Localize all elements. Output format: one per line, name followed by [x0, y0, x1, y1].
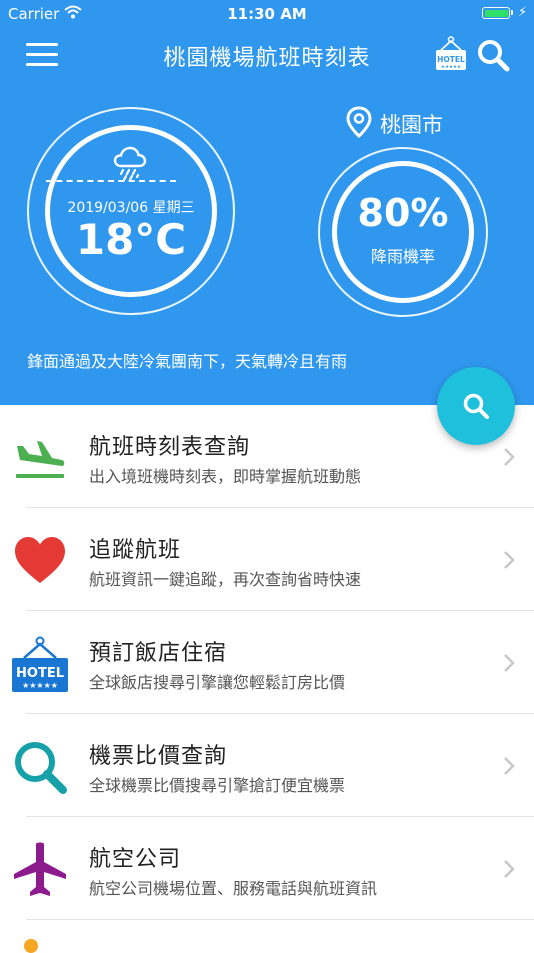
rain-probability: 80%	[357, 191, 449, 235]
rain-probability-label: 降雨機率	[370, 247, 435, 266]
temperature: 18°C	[75, 215, 187, 264]
search-icon[interactable]	[476, 38, 510, 72]
feature-list: 航班時刻表查詢 出入境班機時刻表，即時掌握航班動態 追蹤航班 航班資訊一鍵追蹤，…	[0, 405, 534, 953]
chevron-right-icon	[504, 551, 515, 569]
status-time: 11:30 AM	[227, 5, 307, 23]
list-item-title: 機票比價查詢	[89, 744, 228, 769]
list-item-description: 航班資訊一鍵追蹤，再次查詢省時快速	[89, 570, 362, 589]
heart-icon	[15, 537, 65, 583]
cloud-rain-icon	[113, 146, 147, 182]
list-item-track-flight[interactable]: 追蹤航班 航班資訊一鍵追蹤，再次查詢省時快速	[0, 508, 534, 611]
chevron-right-icon	[504, 448, 515, 466]
status-bar: Carrier 11:30 AM ⚡	[0, 0, 534, 28]
airplane-landing-icon	[16, 441, 65, 478]
floating-search-button[interactable]	[437, 367, 515, 445]
svg-text:★★★★★: ★★★★★	[441, 64, 461, 70]
list-item-description: 全球機票比價搜尋引擎搶訂便宜機票	[89, 776, 346, 795]
list-item-title: 預訂飯店住宿	[89, 641, 228, 666]
chevron-right-icon	[504, 757, 515, 775]
forecast-text: 鋒面通過及大陸冷氣團南下，天氣轉冷且有雨	[27, 352, 348, 371]
chevron-right-icon	[504, 654, 515, 672]
fab-search-icon	[463, 393, 489, 419]
list-item-description: 航空公司機場位置、服務電話與航班資訊	[89, 879, 378, 898]
chevron-right-icon	[504, 860, 515, 878]
magnifier-icon	[15, 742, 67, 794]
airplane-icon	[14, 842, 66, 896]
list-item-partial[interactable]	[0, 920, 534, 953]
list-item-description: 出入境班機時刻表，即時掌握航班動態	[89, 467, 362, 486]
weather-date: 2019/03/06 星期三	[67, 200, 195, 216]
list-item-description: 全球飯店搜尋引擎讓您輕鬆訂房比價	[89, 673, 346, 692]
hotel-sign-icon[interactable]: HOTEL ★★★★★	[434, 36, 468, 72]
date-divider	[46, 180, 176, 182]
location-pin-icon	[346, 106, 372, 138]
svg-text:★★★★★: ★★★★★	[22, 681, 58, 690]
battery-tip	[511, 10, 513, 15]
partial-item-icon	[24, 939, 38, 953]
hotel-icon: HOTEL ★★★★★	[12, 636, 68, 692]
list-item-hotel-booking[interactable]: HOTEL ★★★★★ 預訂飯店住宿 全球飯店搜尋引擎讓您輕鬆訂房比價	[0, 611, 534, 714]
list-item-title: 航空公司	[89, 847, 182, 872]
svg-text:HOTEL: HOTEL	[16, 666, 64, 681]
weather-header: Carrier 11:30 AM ⚡ 桃園機場航班時刻表 HOTEL ★★★★★…	[0, 0, 534, 405]
svg-text:HOTEL: HOTEL	[437, 55, 465, 64]
charging-icon: ⚡	[518, 5, 528, 20]
list-item-title: 追蹤航班	[89, 538, 182, 563]
location-label: 桃園市	[380, 113, 443, 137]
list-item-airlines[interactable]: 航空公司 航空公司機場位置、服務電話與航班資訊	[0, 817, 534, 920]
list-item-ticket-compare[interactable]: 機票比價查詢 全球機票比價搜尋引擎搶訂便宜機票	[0, 714, 534, 817]
battery-icon	[482, 7, 510, 19]
list-item-title: 航班時刻表查詢	[89, 435, 251, 460]
